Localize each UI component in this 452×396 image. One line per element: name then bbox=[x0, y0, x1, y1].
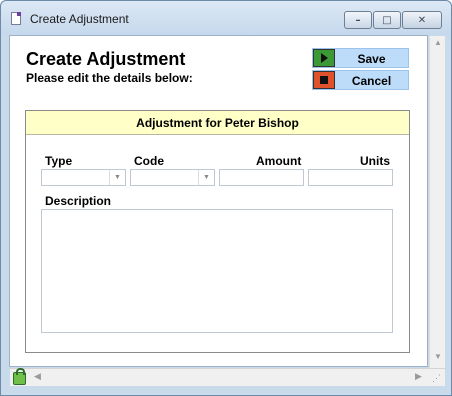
amount-input[interactable] bbox=[219, 169, 304, 186]
document-icon bbox=[11, 12, 21, 25]
status-bar: ◀ ▶ ⋰ bbox=[10, 368, 445, 386]
save-button[interactable]: Save bbox=[312, 48, 409, 68]
type-label: Type bbox=[45, 154, 73, 168]
code-select[interactable]: ▼ bbox=[130, 169, 215, 186]
maximize-button[interactable]: □ bbox=[373, 11, 401, 29]
chevron-down-icon[interactable]: ▼ bbox=[198, 170, 214, 185]
close-icon: ✕ bbox=[417, 14, 427, 26]
adjustment-panel: Adjustment for Peter Bishop Type Code Am… bbox=[25, 110, 410, 353]
cancel-icon-box bbox=[313, 71, 335, 89]
cancel-button[interactable]: Cancel bbox=[312, 70, 409, 90]
units-input[interactable] bbox=[308, 169, 393, 186]
title-bar[interactable]: Create Adjustment – □ ✕ bbox=[1, 1, 451, 35]
resize-grip-icon[interactable]: ⋰ bbox=[432, 373, 441, 384]
scroll-right-icon[interactable]: ▶ bbox=[415, 371, 422, 382]
scroll-left-icon[interactable]: ◀ bbox=[34, 371, 41, 382]
maximize-icon: □ bbox=[382, 14, 392, 26]
amount-label: Amount bbox=[256, 154, 302, 168]
scroll-down-icon[interactable]: ▼ bbox=[430, 352, 446, 366]
vertical-scrollbar[interactable]: ▲ ▼ bbox=[429, 36, 445, 368]
cancel-label: Cancel bbox=[351, 74, 392, 88]
panel-title: Adjustment for Peter Bishop bbox=[26, 111, 409, 135]
chevron-down-icon[interactable]: ▼ bbox=[109, 170, 125, 185]
description-textarea[interactable] bbox=[41, 209, 393, 333]
type-select[interactable]: ▼ bbox=[41, 169, 126, 186]
play-icon bbox=[320, 53, 328, 63]
page-title: Create Adjustment bbox=[26, 49, 186, 69]
scroll-up-icon[interactable]: ▲ bbox=[430, 38, 446, 52]
close-button[interactable]: ✕ bbox=[402, 11, 442, 29]
lock-icon bbox=[13, 368, 26, 385]
save-label: Save bbox=[357, 52, 386, 66]
minimize-icon: – bbox=[355, 14, 361, 26]
minimize-button[interactable]: – bbox=[344, 11, 372, 29]
save-icon-box bbox=[313, 49, 335, 67]
code-label: Code bbox=[134, 154, 164, 168]
stop-icon bbox=[320, 76, 328, 84]
page-subtitle: Please edit the details below: bbox=[26, 71, 193, 85]
units-label: Units bbox=[360, 154, 390, 168]
window-title: Create Adjustment bbox=[30, 12, 129, 26]
description-label: Description bbox=[45, 194, 112, 208]
